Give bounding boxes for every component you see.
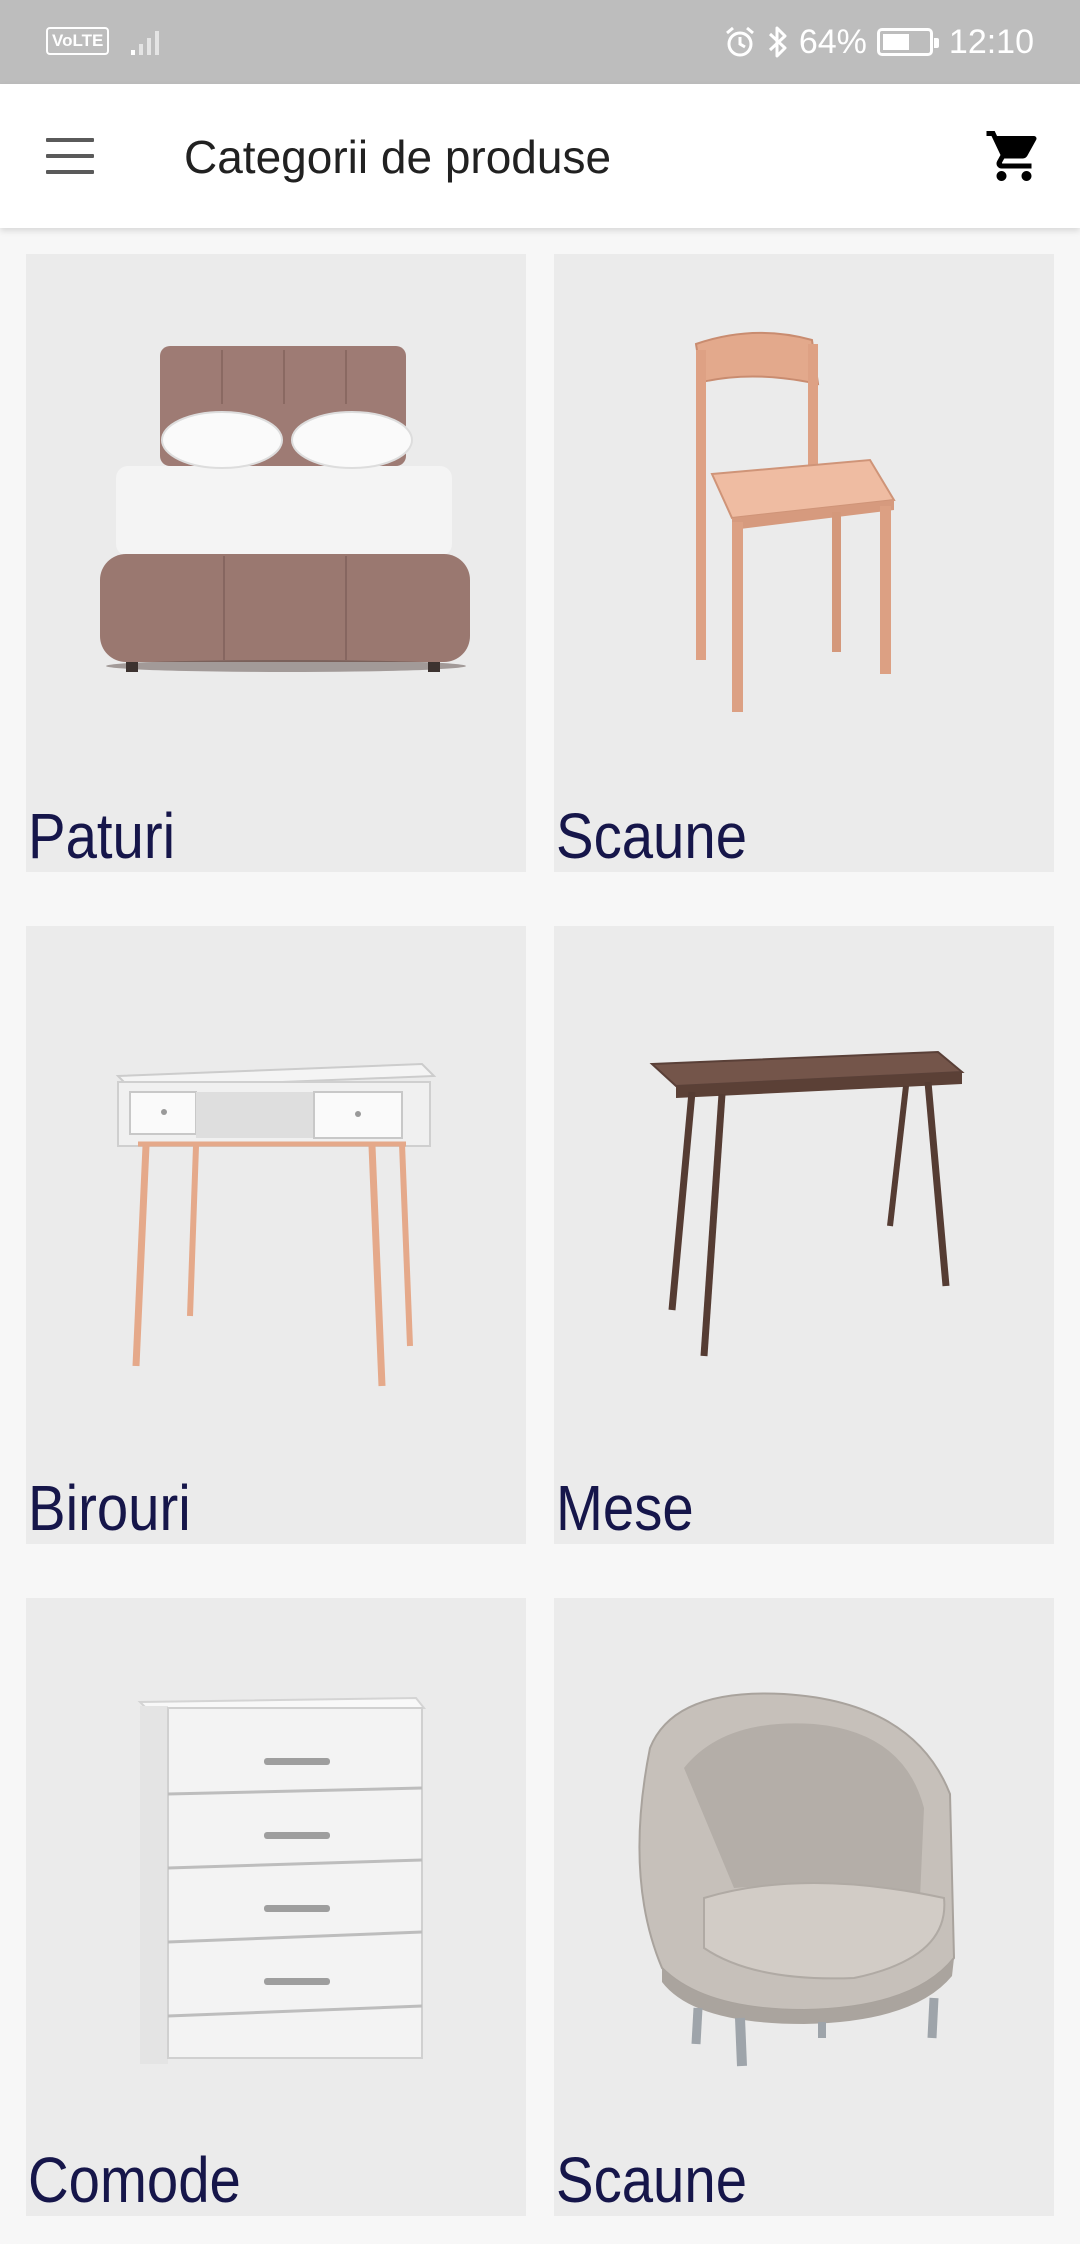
desk-image bbox=[115, 1062, 437, 1387]
battery-percent: 64% bbox=[798, 22, 867, 61]
table-image bbox=[649, 1050, 965, 1357]
category-label: Mese bbox=[556, 1472, 694, 1544]
category-card-scaune[interactable]: Scaune bbox=[554, 254, 1054, 872]
category-card-scaune-fotoliu[interactable]: Scaune bbox=[554, 1598, 1054, 2216]
category-label: Birouri bbox=[28, 1472, 191, 1544]
battery-icon bbox=[876, 28, 939, 56]
armchair-image bbox=[638, 1692, 956, 2067]
category-card-birouri[interactable]: Birouri bbox=[26, 926, 526, 1544]
volte-badge: VoLTE bbox=[46, 27, 110, 55]
category-label: Comode bbox=[28, 2144, 241, 2216]
chest-of-drawers-image bbox=[137, 1696, 427, 2064]
status-bar: VoLTE 64% 12:10 bbox=[0, 0, 1080, 84]
category-grid: Paturi Scaune Birouri Mese Comode Scaune bbox=[26, 254, 1054, 2216]
category-card-mese[interactable]: Mese bbox=[554, 926, 1054, 1544]
battery-fill bbox=[882, 34, 909, 50]
alarm-icon bbox=[725, 26, 754, 57]
clock: 12:10 bbox=[948, 22, 1034, 61]
wooden-chair-image bbox=[694, 331, 896, 712]
bed-image bbox=[100, 346, 470, 672]
category-card-comode[interactable]: Comode bbox=[26, 1598, 526, 2216]
category-label: Paturi bbox=[28, 800, 176, 872]
category-label: Scaune bbox=[556, 800, 748, 872]
page-title: Categorii de produse bbox=[184, 131, 612, 183]
hamburger-menu-icon[interactable] bbox=[46, 138, 96, 174]
app-bar: Categorii de produse bbox=[0, 84, 1080, 228]
category-label: Scaune bbox=[556, 2144, 748, 2216]
signal-icon bbox=[131, 31, 160, 55]
category-card-paturi[interactable]: Paturi bbox=[26, 254, 526, 872]
status-right: 64% 12:10 bbox=[723, 20, 1034, 64]
status-left: VoLTE bbox=[46, 26, 165, 56]
bluetooth-icon bbox=[768, 26, 787, 58]
shopping-cart-icon[interactable] bbox=[984, 126, 1044, 186]
